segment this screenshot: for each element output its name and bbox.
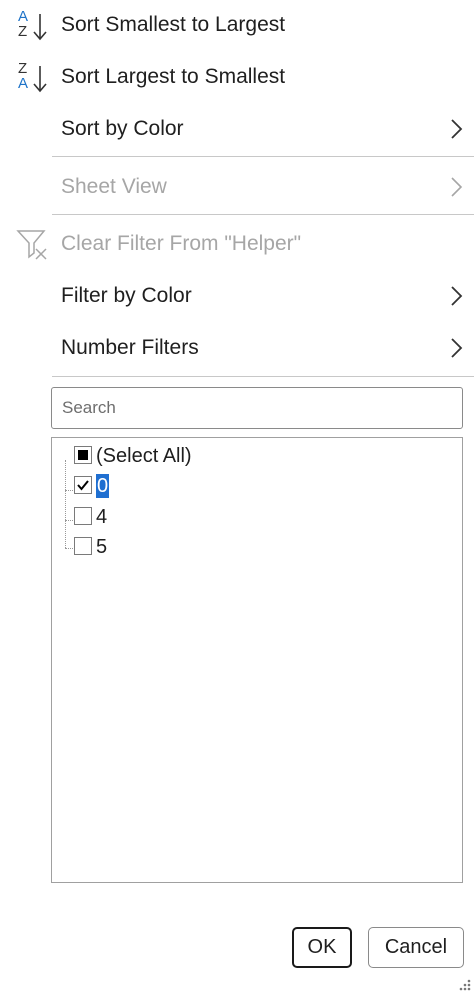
search-input[interactable] [52,388,462,428]
checkbox-unchecked[interactable] [74,507,92,525]
menu-item-label: Number Filters [61,336,199,359]
menu-item-label: Sort Largest to Smallest [61,65,286,88]
chevron-right-icon [451,177,463,197]
sort-descending-icon: Z A [14,60,52,96]
menu-item-label: Sort Smallest to Largest [61,13,286,36]
tree-connector [65,460,66,548]
resize-grip-icon[interactable] [456,976,472,992]
chevron-right-icon [451,119,463,139]
menu-item-label: Clear Filter From "Helper" [61,232,302,255]
list-item-label: (Select All) [96,445,192,467]
menu-item-label: Sort by Color [61,117,184,140]
menu-item-sort-smallest-to-largest[interactable]: A Z Sort Smallest to Largest [0,0,474,50]
menu-item-filter-by-color[interactable]: Filter by Color [0,271,474,321]
menu-divider [52,214,474,215]
ok-button[interactable]: OK [292,927,352,968]
checkbox-indeterminate[interactable] [74,446,92,464]
menu-item-number-filters[interactable]: Number Filters [0,323,474,373]
cancel-button[interactable]: Cancel [368,927,464,968]
menu-item-sort-largest-to-smallest[interactable]: Z A Sort Largest to Smallest [0,52,474,102]
list-item-label: 0 [96,474,110,498]
menu-item-label: Sheet View [61,175,167,198]
menu-item-clear-filter: Clear Filter From "Helper" [0,219,474,269]
menu-item-sort-by-color[interactable]: Sort by Color [0,104,474,154]
menu-divider [52,156,474,157]
checkbox-unchecked[interactable] [74,537,92,555]
list-item-label: 4 [96,506,108,528]
clear-filter-icon [16,230,47,260]
menu-divider [52,376,474,377]
sort-ascending-icon: A Z [14,8,52,44]
list-item-label: 5 [96,536,108,558]
checkbox-checked[interactable] [74,476,92,494]
search-field [51,387,463,429]
menu-item-label: Filter by Color [61,284,192,307]
filter-value-list[interactable]: (Select All) 0 4 5 [51,437,463,883]
menu-item-sheet-view: Sheet View [0,162,474,212]
chevron-right-icon [451,286,463,306]
chevron-right-icon [451,338,463,358]
